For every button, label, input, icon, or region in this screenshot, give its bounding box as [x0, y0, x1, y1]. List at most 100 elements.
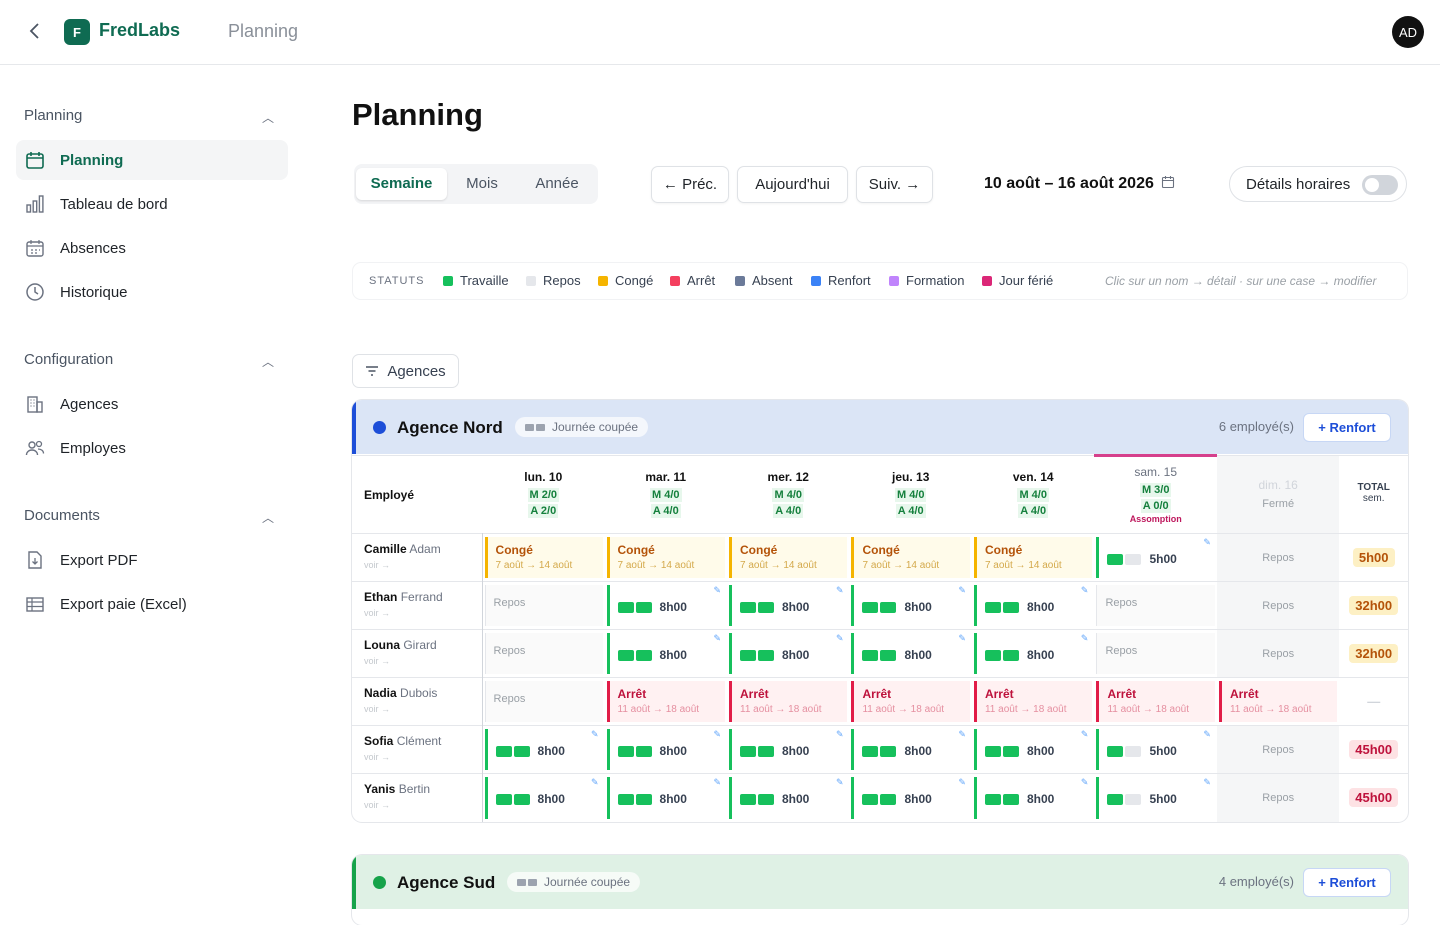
edit-pencil-icon[interactable]: ✎ [958, 777, 966, 788]
day-cell[interactable]: Repos [1216, 533, 1340, 582]
day-cell[interactable]: Arrêt 11 août → 18 août [971, 677, 1095, 726]
tab-mois[interactable]: Mois [452, 168, 512, 200]
edit-pencil-icon[interactable]: ✎ [958, 585, 966, 596]
edit-pencil-icon[interactable]: ✎ [713, 633, 721, 644]
brand-name[interactable]: FredLabs [99, 20, 180, 41]
day-cell[interactable]: 8h00 ✎ [727, 773, 850, 822]
day-cell[interactable]: Repos [1216, 581, 1340, 630]
edit-pencil-icon[interactable]: ✎ [713, 729, 721, 740]
day-cell[interactable]: Repos [482, 677, 605, 726]
add-renfort-button[interactable]: + Renfort [1303, 868, 1391, 897]
toggle-switch[interactable] [1362, 175, 1398, 195]
edit-pencil-icon[interactable]: ✎ [836, 777, 844, 788]
day-cell[interactable]: 8h00 ✎ [727, 629, 850, 678]
sidebar-section-documents[interactable]: Documents [24, 507, 100, 524]
calendar-icon[interactable] [1161, 175, 1175, 194]
details-toggle[interactable]: Détails horaires [1229, 166, 1407, 202]
edit-pencil-icon[interactable]: ✎ [1081, 633, 1089, 644]
employee-detail-link[interactable]: voir → [364, 704, 482, 714]
day-cell[interactable]: 8h00 ✎ [482, 773, 605, 822]
day-cell[interactable]: Congé 7 août → 14 août [482, 533, 605, 582]
day-cell[interactable]: 8h00 ✎ [849, 629, 972, 678]
agency-name[interactable]: Agence Nord [397, 418, 503, 438]
edit-pencil-icon[interactable]: ✎ [1081, 585, 1089, 596]
date-range[interactable]: 10 août – 16 août 2026 [984, 175, 1175, 194]
day-cell[interactable]: 8h00 ✎ [727, 581, 850, 630]
agences-filter-button[interactable]: Agences [352, 354, 459, 388]
edit-pencil-icon[interactable]: ✎ [591, 777, 599, 788]
day-cell[interactable]: 8h00 ✎ [971, 581, 1095, 630]
day-cell[interactable]: 8h00 ✎ [604, 773, 727, 822]
sidebar-item-employes[interactable]: Employes [16, 428, 288, 468]
employee-detail-link[interactable]: voir → [364, 752, 482, 762]
day-cell[interactable]: 8h00 ✎ [971, 773, 1095, 822]
day-cell[interactable]: 8h00 ✎ [727, 725, 850, 774]
edit-pencil-icon[interactable]: ✎ [713, 585, 721, 596]
back-arrow-icon[interactable] [24, 20, 46, 44]
employee-name-cell[interactable]: Louna Girard voir → [352, 629, 483, 678]
tab-annee[interactable]: Année [520, 168, 594, 200]
add-renfort-button[interactable]: + Renfort [1303, 413, 1391, 442]
day-cell[interactable]: Congé 7 août → 14 août [849, 533, 972, 582]
agency-name[interactable]: Agence Sud [397, 873, 495, 893]
edit-pencil-icon[interactable]: ✎ [958, 729, 966, 740]
day-cell[interactable]: Arrêt 11 août → 18 août [849, 677, 972, 726]
sidebar-item-absences[interactable]: Absences [16, 228, 288, 268]
sidebar-item-planning[interactable]: Planning [16, 140, 288, 180]
sidebar-item-export-pdf[interactable]: Export PDF [16, 540, 288, 580]
edit-pencil-icon[interactable]: ✎ [591, 729, 599, 740]
edit-pencil-icon[interactable]: ✎ [836, 729, 844, 740]
day-cell[interactable]: 8h00 ✎ [849, 725, 972, 774]
tab-semaine[interactable]: Semaine [356, 168, 447, 200]
brand-logo[interactable]: F [64, 19, 90, 45]
employee-detail-link[interactable]: voir → [364, 800, 482, 810]
day-cell[interactable]: Repos [1216, 629, 1340, 678]
sidebar-item-history[interactable]: Historique [16, 272, 288, 312]
employee-name-cell[interactable]: Nadia Dubois voir → [352, 677, 483, 726]
day-cell[interactable]: Repos [1094, 629, 1217, 678]
employee-name-cell[interactable]: Yanis Bertin voir → [352, 773, 483, 822]
day-cell[interactable]: 8h00 ✎ [849, 581, 972, 630]
employee-detail-link[interactable]: voir → [364, 560, 482, 570]
avatar[interactable]: AD [1392, 16, 1424, 48]
day-cell[interactable]: Congé 7 août → 14 août [604, 533, 727, 582]
day-cell[interactable]: Arrêt 11 août → 18 août [1216, 677, 1340, 726]
edit-pencil-icon[interactable]: ✎ [713, 777, 721, 788]
day-cell[interactable]: 8h00 ✎ [604, 629, 727, 678]
day-cell[interactable]: 8h00 ✎ [971, 725, 1095, 774]
day-cell[interactable]: Congé 7 août → 14 août [971, 533, 1095, 582]
day-cell[interactable]: 8h00 ✎ [971, 629, 1095, 678]
day-cell[interactable]: 8h00 ✎ [604, 581, 727, 630]
day-cell[interactable]: Arrêt 11 août → 18 août [727, 677, 850, 726]
day-cell[interactable]: Congé 7 août → 14 août [727, 533, 850, 582]
day-cell[interactable]: Repos [1216, 773, 1340, 822]
day-cell[interactable]: 8h00 ✎ [482, 725, 605, 774]
edit-pencil-icon[interactable]: ✎ [1081, 729, 1089, 740]
chevron-up-icon[interactable]: ︿ [262, 109, 274, 126]
sidebar-section-planning[interactable]: Planning [24, 107, 82, 124]
sidebar-section-configuration[interactable]: Configuration [24, 351, 113, 368]
edit-pencil-icon[interactable]: ✎ [1203, 537, 1211, 548]
edit-pencil-icon[interactable]: ✎ [1203, 729, 1211, 740]
edit-pencil-icon[interactable]: ✎ [1081, 777, 1089, 788]
employee-detail-link[interactable]: voir → [364, 656, 482, 666]
sidebar-item-export-excel[interactable]: Export paie (Excel) [16, 584, 288, 624]
employee-name-cell[interactable]: Ethan Ferrand voir → [352, 581, 483, 630]
prev-button[interactable]: ← Préc. [651, 166, 729, 203]
employee-detail-link[interactable]: voir → [364, 608, 482, 618]
day-cell[interactable]: Repos [482, 581, 605, 630]
edit-pencil-icon[interactable]: ✎ [958, 633, 966, 644]
chevron-up-icon[interactable]: ︿ [262, 353, 274, 370]
sidebar-item-dashboard[interactable]: Tableau de bord [16, 184, 288, 224]
day-cell[interactable]: Repos [1094, 581, 1217, 630]
today-button[interactable]: Aujourd'hui [737, 166, 848, 203]
day-cell[interactable]: Arrêt 11 août → 18 août [604, 677, 727, 726]
day-cell[interactable]: 5h00 ✎ [1094, 725, 1217, 774]
edit-pencil-icon[interactable]: ✎ [1203, 777, 1211, 788]
day-cell[interactable]: 5h00 ✎ [1094, 533, 1217, 582]
edit-pencil-icon[interactable]: ✎ [836, 585, 844, 596]
next-button[interactable]: Suiv. → [856, 166, 933, 203]
day-cell[interactable]: Arrêt 11 août → 18 août [1094, 677, 1217, 726]
day-cell[interactable]: Repos [1216, 725, 1340, 774]
edit-pencil-icon[interactable]: ✎ [836, 633, 844, 644]
